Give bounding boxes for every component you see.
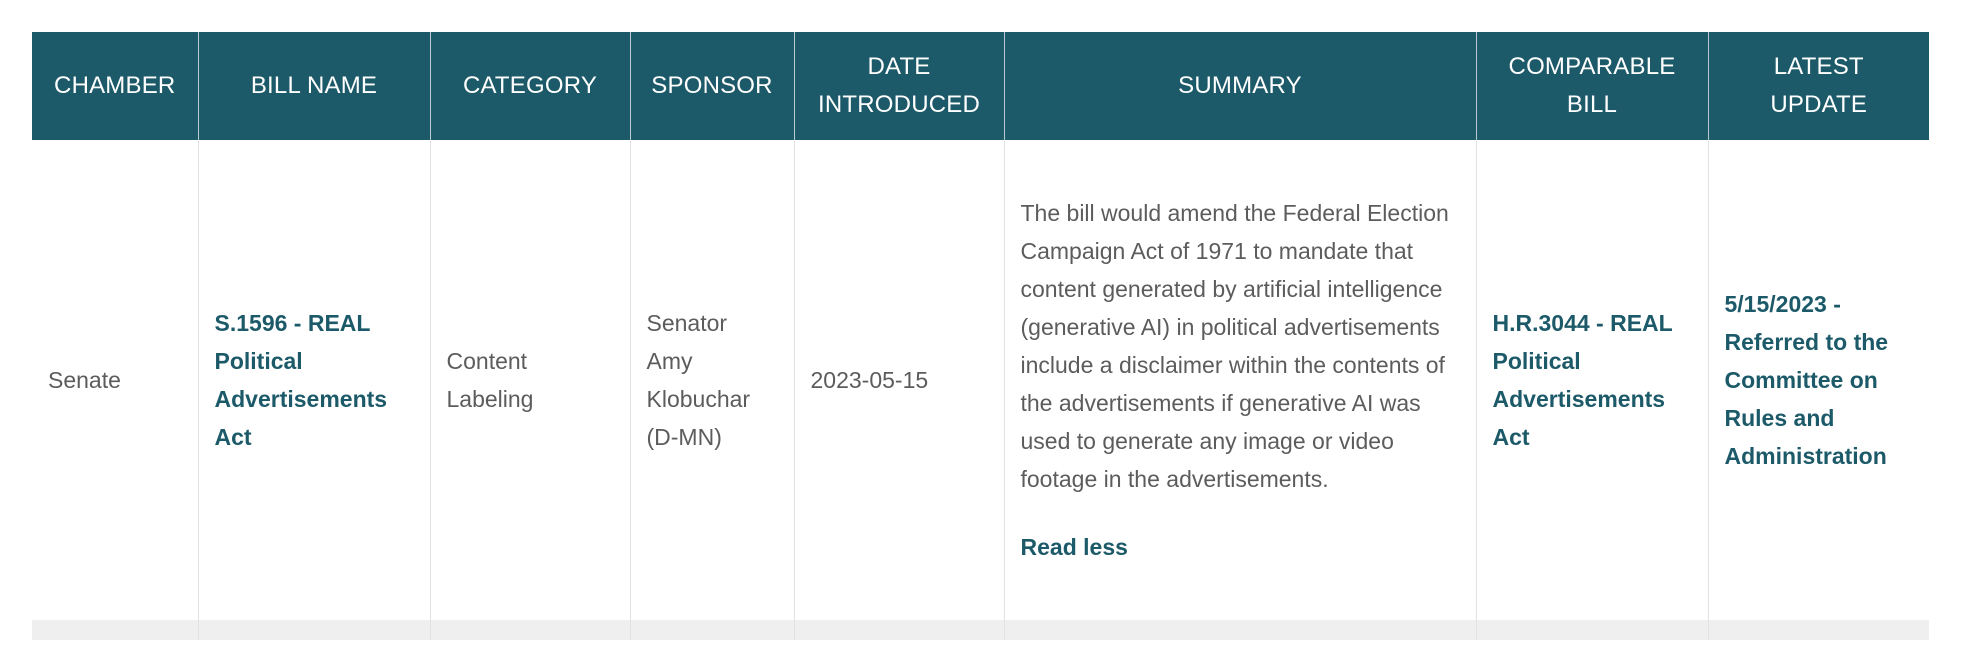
bills-table: CHAMBER BILL NAME CATEGORY SPONSOR DATE … [32, 32, 1929, 640]
cell-latest-update: 5/15/2023 - Referred to the Committee on… [1707, 140, 1929, 620]
comparable-bill-link[interactable]: H.R.3044 - REAL Political Advertisements… [1493, 310, 1673, 450]
cell-empty [629, 620, 795, 640]
latest-update-link[interactable]: 5/15/2023 - Referred to the Committee on… [1725, 291, 1889, 469]
cell-empty [429, 620, 631, 640]
table-row: Senate S.1596 - REAL Political Advertise… [32, 140, 1929, 620]
cell-empty [1475, 620, 1709, 640]
header-category[interactable]: CATEGORY [429, 32, 631, 140]
sponsor-value: Senator Amy Klobuchar (D-MN) [646, 310, 751, 450]
cell-summary: The bill would amend the Federal Electio… [1003, 140, 1477, 620]
header-summary[interactable]: SUMMARY [1003, 32, 1477, 140]
header-latest-update[interactable]: LATEST UPDATE [1707, 32, 1929, 140]
table-header-row: CHAMBER BILL NAME CATEGORY SPONSOR DATE … [32, 32, 1929, 140]
cell-sponsor: Senator Amy Klobuchar (D-MN) [629, 140, 795, 620]
chamber-value: Senate [48, 367, 121, 393]
cell-empty [32, 620, 199, 640]
header-chamber[interactable]: CHAMBER [32, 32, 199, 140]
header-label: BILL [1566, 91, 1618, 118]
bills-table-container: CHAMBER BILL NAME CATEGORY SPONSOR DATE … [32, 32, 1929, 640]
header-label: SPONSOR [651, 72, 773, 99]
cell-bill-name: S.1596 - REAL Political Advertisements A… [197, 140, 431, 620]
date-introduced-value: 2023-05-15 [810, 367, 929, 393]
header-label: SUMMARY [1178, 72, 1302, 99]
header-bill-name[interactable]: BILL NAME [197, 32, 431, 140]
header-label: INTRODUCED [818, 91, 980, 118]
category-value: Content Labeling [446, 348, 534, 412]
summary-text: The bill would amend the Federal Electio… [1020, 200, 1449, 492]
cell-date-introduced: 2023-05-15 [793, 140, 1005, 620]
header-label: LATEST [1773, 53, 1864, 80]
cell-empty [1003, 620, 1477, 640]
cell-empty [197, 620, 431, 640]
header-label: DATE [867, 53, 931, 80]
header-label: CHAMBER [54, 72, 176, 99]
bill-name-link[interactable]: S.1596 - REAL Political Advertisements A… [215, 310, 388, 450]
header-label: BILL NAME [250, 72, 378, 99]
cell-chamber: Senate [32, 140, 199, 620]
header-comparable-bill[interactable]: COMPARABLE BILL [1475, 32, 1709, 140]
cell-category: Content Labeling [429, 140, 631, 620]
header-label: UPDATE [1770, 91, 1868, 118]
header-date-introduced[interactable]: DATE INTRODUCED [793, 32, 1005, 140]
read-less-link[interactable]: Read less [1021, 528, 1128, 566]
cell-empty [793, 620, 1005, 640]
header-sponsor[interactable]: SPONSOR [629, 32, 795, 140]
table-row-next-partial [32, 620, 1929, 640]
header-label: CATEGORY [462, 72, 598, 99]
cell-empty [1707, 620, 1929, 640]
cell-comparable-bill: H.R.3044 - REAL Political Advertisements… [1475, 140, 1709, 620]
header-label: COMPARABLE [1508, 53, 1676, 80]
